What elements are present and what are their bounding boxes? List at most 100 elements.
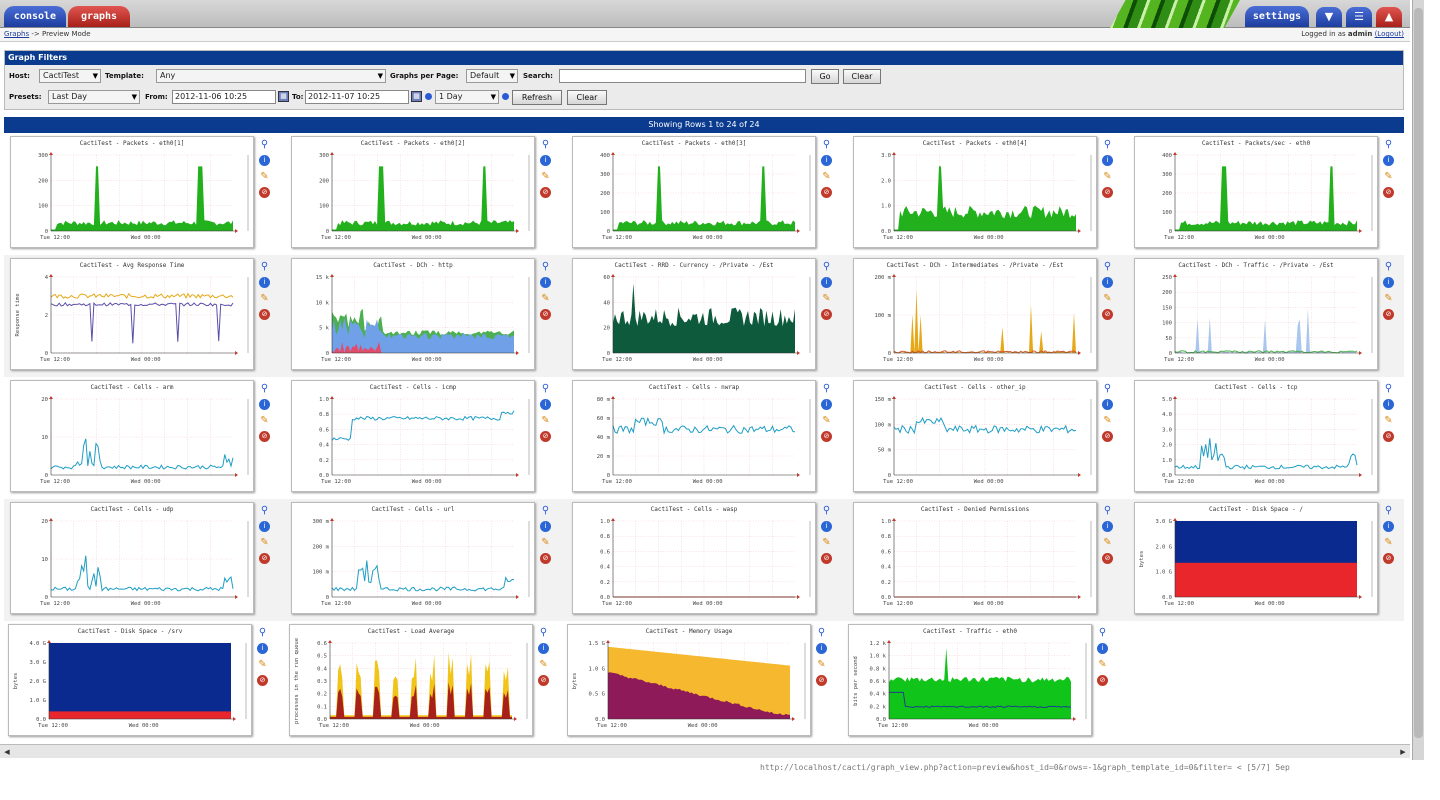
to-date-input[interactable]: 2012-11-07 10:25 (305, 90, 409, 104)
info-icon[interactable]: i (1383, 155, 1394, 166)
edit-icon[interactable]: ✎ (259, 171, 270, 182)
info-icon[interactable]: i (540, 155, 551, 166)
edit-icon[interactable]: ✎ (259, 415, 270, 426)
zoom-icon[interactable]: ⚲ (540, 505, 551, 516)
zoom-icon[interactable]: ⚲ (259, 261, 270, 272)
info-icon[interactable]: i (1102, 277, 1113, 288)
info-icon[interactable]: i (821, 155, 832, 166)
tab-console[interactable]: console (4, 6, 66, 27)
graph-image[interactable]: CactiTest - Cells - wasp 1.0 0.8 0.6 0.4 0.2 0… (572, 502, 816, 614)
shift-right-icon[interactable] (502, 93, 509, 100)
clear-timespan-button[interactable]: Clear (567, 90, 607, 105)
graph-image[interactable]: CactiTest - Packets - eth0[3] 400 300 200 10… (572, 136, 816, 248)
scroll-right-icon[interactable]: ▶ (1398, 747, 1408, 757)
edit-icon[interactable]: ✎ (540, 415, 551, 426)
zoom-icon[interactable]: ⚲ (816, 627, 827, 638)
info-icon[interactable]: i (821, 399, 832, 410)
info-icon[interactable]: i (1102, 399, 1113, 410)
delete-icon[interactable]: ⊘ (540, 309, 551, 320)
delete-icon[interactable]: ⊘ (259, 553, 270, 564)
delete-icon[interactable]: ⊘ (1383, 187, 1394, 198)
zoom-icon[interactable]: ⚲ (821, 261, 832, 272)
from-date-input[interactable]: 2012-11-06 10:25 (172, 90, 276, 104)
graph-image[interactable]: CactiTest - Cells - nwrap 80 m 60 m 40 m 20 … (572, 380, 816, 492)
go-button[interactable]: Go (811, 69, 839, 84)
info-icon[interactable]: i (1383, 521, 1394, 532)
graph-image[interactable]: CactiTest - Cells - other_ip 150 m 100 m 50… (853, 380, 1097, 492)
graph-image[interactable]: CactiTest - Cells - udp 20 10 0 Tue 12:00 Wed… (10, 502, 254, 614)
info-icon[interactable]: i (1383, 399, 1394, 410)
graphs-per-page-select[interactable]: Default ▼ (466, 69, 518, 83)
delete-icon[interactable]: ⊘ (259, 309, 270, 320)
delete-icon[interactable]: ⊘ (1383, 431, 1394, 442)
info-icon[interactable]: i (821, 521, 832, 532)
delete-icon[interactable]: ⊘ (1102, 309, 1113, 320)
graph-image[interactable]: CactiTest - Packets/sec - eth0 400 300 200 1… (1134, 136, 1378, 248)
delete-icon[interactable]: ⊘ (821, 431, 832, 442)
scroll-thumb[interactable] (1414, 8, 1423, 738)
horizontal-scrollbar[interactable]: ◀ ▶ (0, 744, 1410, 758)
delete-icon[interactable]: ⊘ (1383, 309, 1394, 320)
info-icon[interactable]: i (538, 643, 549, 654)
logout-link[interactable]: (Logout) (1375, 30, 1404, 38)
info-icon[interactable]: i (540, 399, 551, 410)
info-icon[interactable]: i (1102, 155, 1113, 166)
edit-icon[interactable]: ✎ (257, 659, 268, 670)
edit-icon[interactable]: ✎ (821, 415, 832, 426)
edit-icon[interactable]: ✎ (816, 659, 827, 670)
graph-image[interactable]: CactiTest - Cells - url 300 m 200 m 100 m0T… (291, 502, 535, 614)
refresh-button[interactable]: Refresh (512, 90, 562, 105)
preview-view-icon[interactable]: ▲ (1376, 7, 1402, 27)
graph-image[interactable]: CactiTest - Packets - eth0[1] 300 200 100 0 T… (10, 136, 254, 248)
graph-image[interactable]: CactiTest - Packets - eth0[2] 300 200 100 0 T… (291, 136, 535, 248)
delete-icon[interactable]: ⊘ (540, 431, 551, 442)
delete-icon[interactable]: ⊘ (821, 309, 832, 320)
search-input[interactable] (559, 69, 806, 83)
zoom-icon[interactable]: ⚲ (540, 383, 551, 394)
graph-image[interactable]: CactiTest - Memory Usage 1.5 G 1.0 G 0.5 G0… (567, 624, 811, 736)
breadcrumb-link-graphs[interactable]: Graphs (4, 30, 29, 38)
calendar-icon[interactable]: ▦ (411, 91, 422, 102)
scroll-left-icon[interactable]: ◀ (2, 747, 12, 757)
edit-icon[interactable]: ✎ (821, 293, 832, 304)
delete-icon[interactable]: ⊘ (1102, 553, 1113, 564)
template-select[interactable]: Any ▼ (156, 69, 386, 83)
graph-image[interactable]: CactiTest - DCh - Intermediates - /Priva… (853, 258, 1097, 370)
zoom-icon[interactable]: ⚲ (257, 627, 268, 638)
info-icon[interactable]: i (816, 643, 827, 654)
graph-image[interactable]: CactiTest - Packets - eth0[4] 3.0 2.0 1.0 0.… (853, 136, 1097, 248)
delete-icon[interactable]: ⊘ (257, 675, 268, 686)
zoom-icon[interactable]: ⚲ (1102, 383, 1113, 394)
edit-icon[interactable]: ✎ (1102, 537, 1113, 548)
zoom-icon[interactable]: ⚲ (1383, 139, 1394, 150)
graph-image[interactable]: CactiTest - Traffic - eth0 1.2 k 1.0 k 0.8 … (848, 624, 1092, 736)
info-icon[interactable]: i (259, 155, 270, 166)
graph-image[interactable]: CactiTest - Cells - tcp 5.0 4.0 3.0 2.0 1.0 0.… (1134, 380, 1378, 492)
delete-icon[interactable]: ⊘ (538, 675, 549, 686)
graph-image[interactable]: CactiTest - Disk Space - /srv 4.0 G 3.0 G2… (8, 624, 252, 736)
zoom-icon[interactable]: ⚲ (1383, 261, 1394, 272)
edit-icon[interactable]: ✎ (1383, 537, 1394, 548)
zoom-icon[interactable]: ⚲ (259, 139, 270, 150)
zoom-icon[interactable]: ⚲ (821, 139, 832, 150)
edit-icon[interactable]: ✎ (538, 659, 549, 670)
graph-image[interactable]: CactiTest - RRD - Currency - /Private - … (572, 258, 816, 370)
clear-button[interactable]: Clear (843, 69, 881, 84)
zoom-icon[interactable]: ⚲ (540, 139, 551, 150)
list-view-icon[interactable]: ☰ (1346, 7, 1372, 27)
edit-icon[interactable]: ✎ (1102, 293, 1113, 304)
info-icon[interactable]: i (259, 521, 270, 532)
info-icon[interactable]: i (257, 643, 268, 654)
edit-icon[interactable]: ✎ (1383, 171, 1394, 182)
zoom-icon[interactable]: ⚲ (821, 383, 832, 394)
zoom-icon[interactable]: ⚲ (821, 505, 832, 516)
delete-icon[interactable]: ⊘ (540, 187, 551, 198)
edit-icon[interactable]: ✎ (540, 171, 551, 182)
graph-image[interactable]: CactiTest - DCh - http 15 k 10 k5 k 0 Tue 12… (291, 258, 535, 370)
tab-settings[interactable]: settings (1245, 6, 1309, 27)
zoom-icon[interactable]: ⚲ (1102, 139, 1113, 150)
graph-image[interactable]: CactiTest - DCh - Traffic - /Private - /… (1134, 258, 1378, 370)
zoom-icon[interactable]: ⚲ (540, 261, 551, 272)
zoom-icon[interactable]: ⚲ (259, 505, 270, 516)
delete-icon[interactable]: ⊘ (821, 187, 832, 198)
